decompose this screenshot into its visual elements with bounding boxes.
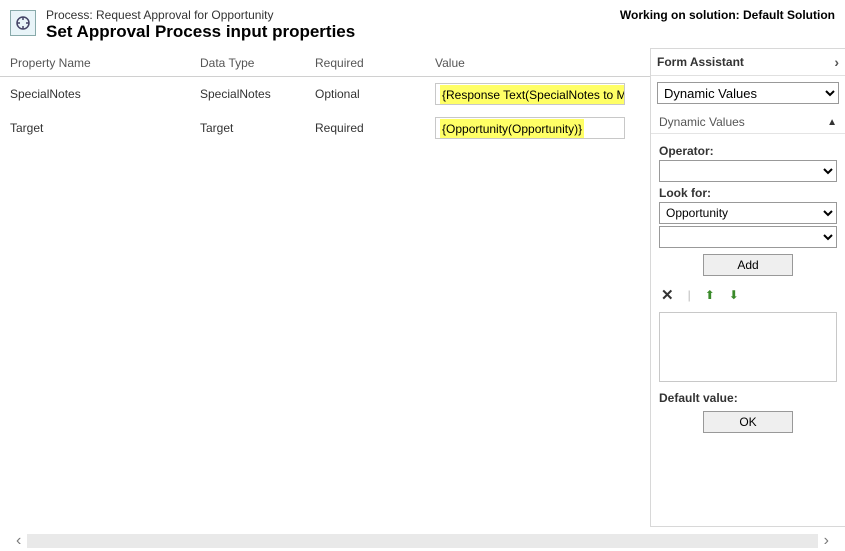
page-title: Set Approval Process input properties [46,22,355,42]
col-header-value: Value [425,56,650,70]
dynamic-values-list[interactable] [659,312,837,382]
operator-label: Operator: [659,144,837,158]
col-header-datatype: Data Type [200,56,315,70]
lookfor-entity-select[interactable]: Opportunity [659,202,837,224]
properties-header-row: Property Name Data Type Required Value [0,48,650,77]
collapse-icon: ▲ [827,117,837,128]
lookfor-label: Look for: [659,186,837,200]
process-label: Process: Request Approval for Opportunit… [46,8,355,22]
move-down-icon[interactable]: ⬇ [729,288,739,302]
dynamic-values-section-header[interactable]: Dynamic Values ▲ [651,110,845,134]
property-required: Optional [315,87,425,101]
scroll-left-icon[interactable]: ‹ [10,532,27,550]
col-header-name: Property Name [0,56,200,70]
divider: | [688,288,691,302]
scroll-track[interactable] [27,534,817,548]
property-row: SpecialNotes SpecialNotes Optional {Resp… [0,77,650,111]
value-token: {Opportunity(Opportunity)} [440,119,584,139]
chevron-right-icon: › [834,54,839,70]
col-header-required: Required [315,56,425,70]
property-name: SpecialNotes [0,87,200,101]
property-value-input[interactable]: {Response Text(SpecialNotes to Manager)} [435,83,625,105]
property-value-input[interactable]: {Opportunity(Opportunity)} [435,117,625,139]
property-datatype: SpecialNotes [200,87,315,101]
add-button[interactable]: Add [703,254,793,276]
move-up-icon[interactable]: ⬆ [705,288,715,302]
property-row: Target Target Required {Opportunity(Oppo… [0,111,650,145]
lookfor-attribute-select[interactable] [659,226,837,248]
operator-select[interactable] [659,160,837,182]
form-assistant-title: Form Assistant [657,55,744,69]
ok-button[interactable]: OK [703,411,793,433]
process-icon [10,10,36,36]
scroll-right-icon[interactable]: › [818,532,835,550]
working-on-solution: Working on solution: Default Solution [620,8,835,22]
horizontal-scrollbar[interactable]: ‹ › [10,531,835,551]
form-assistant-panel: Form Assistant › Dynamic Values Dynamic … [650,48,845,527]
property-datatype: Target [200,121,315,135]
property-required: Required [315,121,425,135]
remove-icon[interactable]: ✕ [661,286,674,304]
value-token: {Response Text(SpecialNotes to Manager)} [440,85,625,105]
default-value-label: Default value: [659,391,837,405]
dynamic-values-select[interactable]: Dynamic Values [657,82,839,104]
property-name: Target [0,121,200,135]
section-title: Dynamic Values [659,115,745,129]
form-assistant-header[interactable]: Form Assistant › [651,49,845,76]
